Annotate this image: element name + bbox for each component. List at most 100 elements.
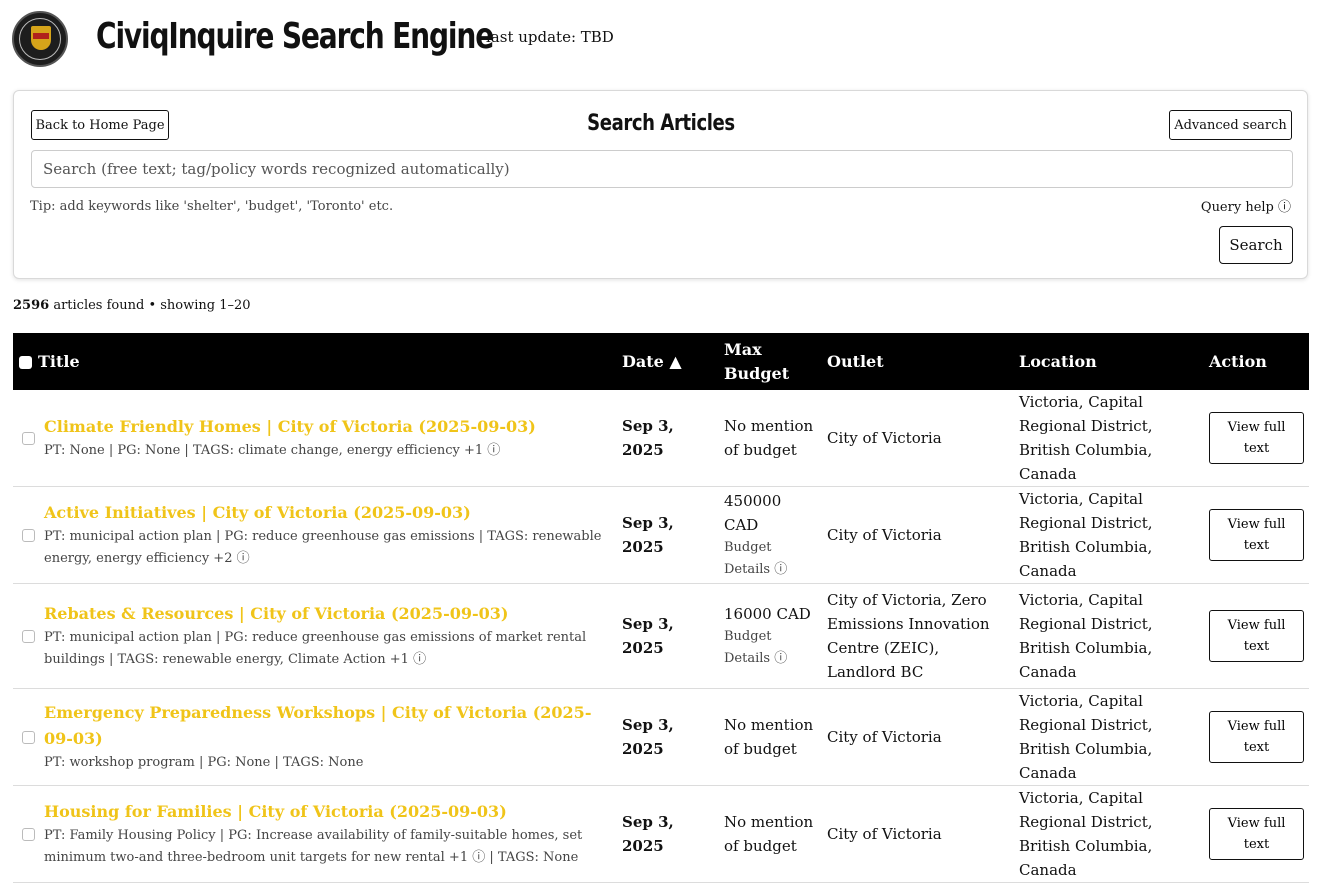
date-cell: Sep 3, 2025 [616, 486, 718, 584]
outlet-cell: City of Victoria [821, 486, 1013, 584]
action-cell: View full text [1203, 785, 1309, 883]
column-max-budget: Max Budget [718, 333, 821, 390]
column-date[interactable]: Date ▲ [616, 333, 718, 390]
row-checkbox[interactable] [22, 629, 35, 643]
info-icon[interactable]: ⓘ [413, 652, 426, 667]
table-row: Emergency Preparedness Workshops | City … [13, 688, 1309, 786]
budget-cell: No mention of budget [718, 785, 821, 883]
column-action: Action [1203, 333, 1309, 390]
column-location: Location [1013, 333, 1203, 390]
results-table-body: Climate Friendly Homes | City of Victori… [13, 390, 1309, 883]
row-checkbox[interactable] [22, 528, 35, 542]
article-meta: PT: workshop program | PG: None | TAGS: … [44, 752, 610, 774]
title-block: Emergency Preparedness Workshops | City … [44, 700, 610, 774]
last-update-text: last update: TBD [486, 28, 614, 46]
title-block: Active Initiatives | City of Victoria (2… [44, 500, 610, 570]
results-table: Title Date ▲ Max Budget Outlet Location … [13, 333, 1309, 883]
query-help-link[interactable]: Query help ⓘ [1201, 196, 1291, 215]
table-row: Rebates & Resources | City of Victoria (… [13, 583, 1309, 689]
location-cell: Victoria, Capital Regional District, Bri… [1013, 785, 1203, 883]
budget-details-link[interactable]: Budget Details ⓘ [724, 626, 815, 670]
article-meta: PT: Family Housing Policy | PG: Increase… [44, 828, 583, 865]
date-cell: Sep 3, 2025 [616, 583, 718, 689]
search-title: Search Articles [14, 111, 1307, 136]
crest-chevron-icon [33, 33, 49, 39]
table-row: Housing for Families | City of Victoria … [13, 785, 1309, 883]
view-full-text-button[interactable]: View full text [1209, 509, 1304, 561]
info-icon[interactable]: ⓘ [487, 443, 500, 458]
title-block: Housing for Families | City of Victoria … [44, 799, 610, 869]
view-full-text-button[interactable]: View full text [1209, 610, 1304, 662]
budget-value: 16000 CAD [724, 605, 811, 623]
title-block: Climate Friendly Homes | City of Victori… [44, 414, 536, 462]
view-full-text-button[interactable]: View full text [1209, 412, 1304, 464]
row-checkbox[interactable] [22, 730, 35, 744]
search-title-text: Search Articles [586, 111, 735, 136]
budget-value: No mention of budget [724, 813, 814, 855]
advanced-search-button[interactable]: Advanced search [1169, 110, 1292, 140]
article-meta-text: PT: None | PG: None | TAGS: climate chan… [44, 443, 484, 458]
search-tip: Tip: add keywords like 'shelter', 'budge… [30, 199, 394, 214]
title-cell: Emergency Preparedness Workshops | City … [13, 688, 616, 786]
column-title: Title [13, 333, 616, 390]
column-outlet: Outlet [821, 333, 1013, 390]
column-title-label: Title [38, 351, 80, 371]
article-title-link[interactable]: Housing for Families | City of Victoria … [44, 799, 610, 825]
action-cell: View full text [1203, 688, 1309, 786]
search-panel: Back to Home Page Search Articles Advanc… [13, 90, 1308, 279]
article-meta: PT: municipal action plan | PG: reduce g… [44, 526, 610, 570]
budget-cell: No mention of budget [718, 390, 821, 487]
title-cell-inner: Emergency Preparedness Workshops | City … [19, 700, 610, 774]
results-count-text: articles found • showing 1–20 [49, 298, 251, 313]
view-full-text-button[interactable]: View full text [1209, 711, 1304, 763]
location-cell: Victoria, Capital Regional District, Bri… [1013, 390, 1203, 487]
location-cell: Victoria, Capital Regional District, Bri… [1013, 688, 1203, 786]
info-icon[interactable]: ⓘ [237, 551, 250, 566]
article-meta-text: PT: municipal action plan | PG: reduce g… [44, 529, 602, 566]
table-header-row: Title Date ▲ Max Budget Outlet Location … [13, 333, 1309, 390]
location-cell: Victoria, Capital Regional District, Bri… [1013, 486, 1203, 584]
location-cell: Victoria, Capital Regional District, Bri… [1013, 583, 1203, 689]
title-cell-inner: Active Initiatives | City of Victoria (2… [19, 500, 610, 570]
article-title-link[interactable]: Active Initiatives | City of Victoria (2… [44, 500, 610, 526]
title-cell: Housing for Families | City of Victoria … [13, 785, 616, 883]
budget-cell: 450000 CAD Budget Details ⓘ [718, 486, 821, 584]
row-checkbox[interactable] [22, 827, 35, 841]
page-header: CiviqInquire Search Engine last update: … [12, 8, 1312, 68]
article-title-link[interactable]: Emergency Preparedness Workshops | City … [44, 700, 610, 752]
outlet-cell: City of Victoria [821, 785, 1013, 883]
budget-cell: 16000 CAD Budget Details ⓘ [718, 583, 821, 689]
table-row: Active Initiatives | City of Victoria (2… [13, 486, 1309, 584]
date-cell: Sep 3, 2025 [616, 688, 718, 786]
app-title: CiviqInquire Search Engine [96, 16, 494, 57]
article-title-link[interactable]: Climate Friendly Homes | City of Victori… [44, 414, 536, 440]
budget-value: 450000 CAD [724, 492, 782, 534]
outlet-cell: City of Victoria, Zero Emissions Innovat… [821, 583, 1013, 689]
row-checkbox[interactable] [22, 431, 35, 445]
article-meta-text: PT: workshop program | PG: None | TAGS: … [44, 755, 364, 770]
results-count-number: 2596 [13, 298, 50, 313]
title-cell: Climate Friendly Homes | City of Victori… [13, 390, 616, 487]
university-seal-logo [12, 11, 68, 67]
search-input[interactable] [31, 150, 1293, 188]
title-block: Rebates & Resources | City of Victoria (… [44, 601, 610, 671]
table-row: Climate Friendly Homes | City of Victori… [13, 390, 1309, 487]
title-cell: Active Initiatives | City of Victoria (2… [13, 486, 616, 584]
article-meta: PT: municipal action plan | PG: reduce g… [44, 627, 610, 671]
action-cell: View full text [1203, 486, 1309, 584]
results-count: 2596 articles found • showing 1–20 [13, 298, 251, 313]
outlet-cell: City of Victoria [821, 688, 1013, 786]
view-full-text-button[interactable]: View full text [1209, 808, 1304, 860]
search-button[interactable]: Search [1219, 226, 1293, 264]
select-all-checkbox[interactable] [19, 355, 32, 369]
action-cell: View full text [1203, 583, 1309, 689]
budget-details-link[interactable]: Budget Details ⓘ [724, 537, 815, 581]
title-cell-inner: Housing for Families | City of Victoria … [19, 799, 610, 869]
action-cell: View full text [1203, 390, 1309, 487]
date-cell: Sep 3, 2025 [616, 785, 718, 883]
budget-value: No mention of budget [724, 716, 814, 758]
article-meta-text: PT: municipal action plan | PG: reduce g… [44, 630, 587, 667]
title-cell-inner: Climate Friendly Homes | City of Victori… [19, 414, 610, 462]
budget-cell: No mention of budget [718, 688, 821, 786]
article-title-link[interactable]: Rebates & Resources | City of Victoria (… [44, 601, 610, 627]
